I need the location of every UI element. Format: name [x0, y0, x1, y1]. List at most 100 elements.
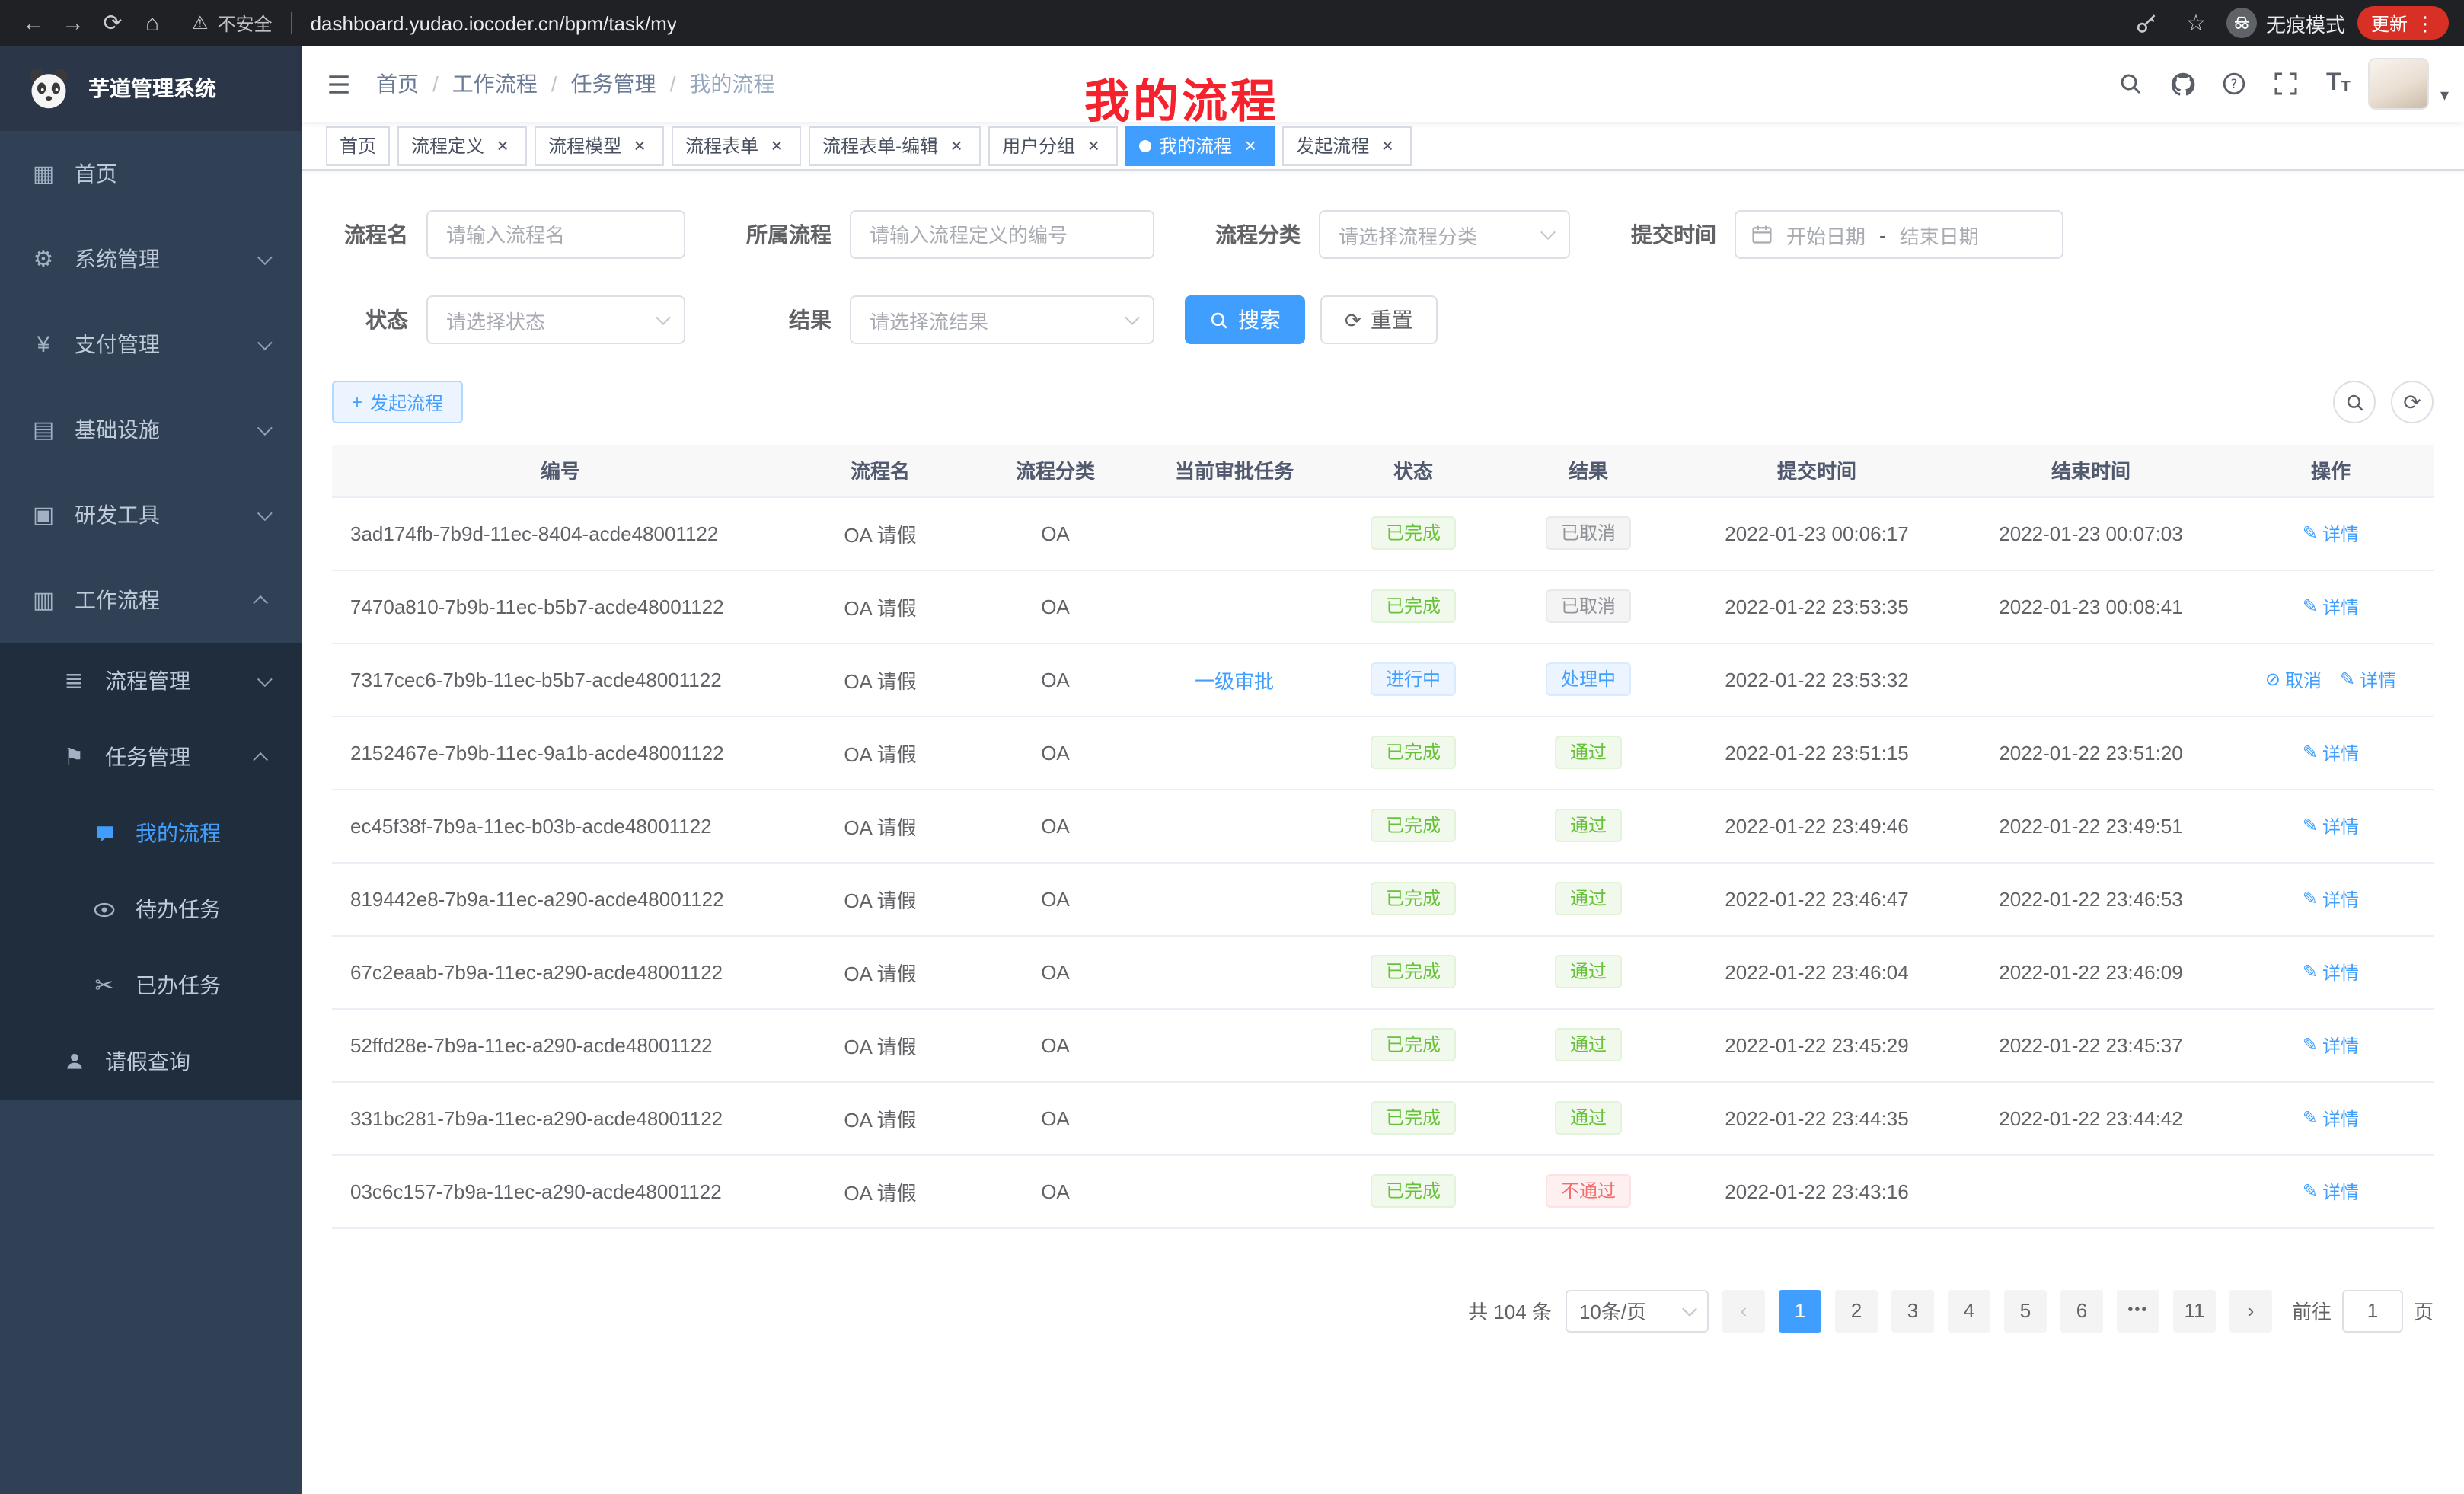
reset-button[interactable]: ⟳ 重置 [1320, 295, 1438, 344]
avatar[interactable] [2369, 58, 2430, 110]
sidebar-item-workflow[interactable]: ▥工作流程 [0, 557, 302, 643]
help-icon[interactable]: ? [2213, 62, 2256, 105]
breadcrumb-item[interactable]: 首页 [376, 69, 419, 99]
tab-process-form-edit[interactable]: 流程表单-编辑× [809, 126, 981, 165]
sidebar-item-devtools[interactable]: ▣研发工具 [0, 472, 302, 557]
detail-link[interactable]: ✎详情 [2340, 666, 2396, 692]
detail-link[interactable]: ✎详情 [2303, 520, 2359, 546]
fullscreen-icon[interactable] [2265, 62, 2308, 105]
sidebar-item-label: 请假查询 [105, 1046, 190, 1077]
page-size-select[interactable]: 10条/页 [1566, 1289, 1709, 1332]
sidebar-item-todo-tasks[interactable]: 待办任务 [0, 871, 302, 947]
cancel-link[interactable]: ⊘取消 [2265, 666, 2322, 692]
payment-icon: ¥ [30, 331, 56, 357]
tab-process-form[interactable]: 流程表单× [672, 126, 801, 165]
date-range-picker[interactable]: 开始日期 - 结束日期 [1735, 210, 2063, 259]
toggle-search-button[interactable] [2333, 381, 2376, 423]
browser-home-icon[interactable]: ⌂ [134, 5, 171, 41]
password-key-icon[interactable] [2129, 5, 2166, 41]
tab-close-icon[interactable]: × [1240, 135, 1261, 156]
result-label: 结果 [716, 305, 850, 335]
detail-link[interactable]: ✎详情 [2303, 1032, 2359, 1058]
page-button[interactable]: 1 [1779, 1289, 1821, 1332]
detail-link[interactable]: ✎详情 [2303, 739, 2359, 765]
process-name-cell: OA 请假 [789, 935, 972, 1008]
prev-page-button[interactable]: ‹ [1722, 1289, 1765, 1332]
sidebar-item-home[interactable]: ▦首页 [0, 131, 302, 216]
bookmark-star-icon[interactable]: ☆ [2178, 5, 2214, 41]
sidebar-item-task-management[interactable]: ⚑任务管理 [0, 719, 302, 795]
sidebar-item-payment[interactable]: ¥支付管理 [0, 302, 302, 387]
process-id-cell: 7470a810-7b9b-11ec-b5b7-acde48001122 [332, 570, 789, 643]
breadcrumb-item[interactable]: 任务管理 [571, 69, 656, 99]
task-link[interactable]: 一级审批 [1195, 665, 1274, 694]
address-bar[interactable]: ⚠ 不安全 dashboard.yudao.iocoder.cn/bpm/tas… [192, 10, 2126, 36]
detail-link[interactable]: ✎详情 [2303, 886, 2359, 911]
tab-my-process[interactable]: 我的流程× [1125, 126, 1275, 165]
detail-link[interactable]: ✎详情 [2303, 593, 2359, 619]
process-name-cell: OA 请假 [789, 570, 972, 643]
sidebar-item-my-process[interactable]: 我的流程 [0, 795, 302, 871]
tab-home[interactable]: 首页 [326, 126, 390, 165]
tab-user-group[interactable]: 用户分组× [988, 126, 1118, 165]
tab-close-icon[interactable]: × [1377, 135, 1398, 156]
tab-process-definition[interactable]: 流程定义× [397, 126, 527, 165]
page-button[interactable]: 5 [2004, 1289, 2047, 1332]
page-button[interactable]: 4 [1948, 1289, 1990, 1332]
category-select[interactable]: 请选择流程分类 [1319, 210, 1570, 259]
tab-start-process[interactable]: 发起流程× [1282, 126, 1412, 165]
next-page-button[interactable]: › [2229, 1289, 2272, 1332]
breadcrumb-item[interactable]: 工作流程 [452, 69, 538, 99]
page-button[interactable]: 2 [1835, 1289, 1878, 1332]
tab-close-icon[interactable]: × [1083, 135, 1104, 156]
result-select[interactable]: 请选择流结果 [850, 295, 1154, 344]
column-header: 提交时间 [1680, 445, 1954, 496]
browser-back-icon[interactable]: ← [15, 5, 52, 41]
page-button[interactable]: 11 [2173, 1289, 2216, 1332]
sidebar-toggle-icon[interactable] [302, 71, 376, 97]
sidebar-item-done-tasks[interactable]: ✂已办任务 [0, 947, 302, 1023]
sidebar-item-leave-query[interactable]: 请假查询 [0, 1023, 302, 1100]
sidebar-item-infrastructure[interactable]: ▤基础设施 [0, 387, 302, 472]
sidebar-item-system[interactable]: ⚙系统管理 [0, 216, 302, 302]
result-tag: 处理中 [1546, 662, 1631, 696]
tab-close-icon[interactable]: × [629, 135, 650, 156]
tab-process-model[interactable]: 流程模型× [535, 126, 664, 165]
tab-close-icon[interactable]: × [492, 135, 513, 156]
process-def-input[interactable] [850, 210, 1154, 259]
avatar-caret-icon[interactable]: ▾ [2440, 85, 2449, 105]
status-select[interactable]: 请选择状态 [426, 295, 685, 344]
breadcrumb-item: 我的流程 [689, 69, 774, 99]
page-button[interactable]: 6 [2060, 1289, 2103, 1332]
browser-menu-icon[interactable]: ⋮ [2415, 13, 2435, 33]
font-size-icon[interactable]: TT [2317, 62, 2360, 105]
tab-close-icon[interactable]: × [946, 135, 967, 156]
sidebar-item-process-management[interactable]: ≣流程管理 [0, 643, 302, 719]
detail-link[interactable]: ✎详情 [2303, 1178, 2359, 1204]
detail-link[interactable]: ✎详情 [2303, 812, 2359, 838]
tab-close-icon[interactable]: × [766, 135, 787, 156]
detail-link[interactable]: ✎详情 [2303, 1105, 2359, 1131]
status-label: 状态 [332, 305, 426, 335]
browser-chrome: ← → ⟳ ⌂ ⚠ 不安全 dashboard.yudao.iocoder.cn… [0, 0, 2464, 46]
page-button[interactable]: 3 [1891, 1289, 1934, 1332]
process-name-input[interactable] [426, 210, 685, 259]
app-logo[interactable]: 芋道管理系统 [0, 46, 302, 131]
refresh-table-button[interactable]: ⟳ [2391, 381, 2434, 423]
process-name-cell: OA 请假 [789, 1008, 972, 1081]
create-process-button[interactable]: + 发起流程 [332, 381, 463, 423]
goto-page-input[interactable] [2342, 1289, 2403, 1332]
search-button[interactable]: 搜索 [1185, 295, 1305, 344]
action-label: 详情 [2322, 520, 2359, 546]
browser-forward-icon[interactable]: → [55, 5, 91, 41]
end-time-cell: 2022-01-22 23:46:09 [1954, 935, 2228, 1008]
detail-link[interactable]: ✎详情 [2303, 959, 2359, 985]
browser-reload-icon[interactable]: ⟳ [94, 5, 131, 41]
process-category-cell: OA [972, 496, 1139, 570]
github-icon[interactable] [2162, 62, 2204, 105]
more-pages-icon[interactable]: ••• [2117, 1289, 2159, 1332]
action-label: 详情 [2322, 593, 2359, 619]
column-header: 操作 [2228, 445, 2434, 496]
browser-update-button[interactable]: 更新 ⋮ [2357, 6, 2449, 40]
search-icon[interactable] [2110, 62, 2153, 105]
